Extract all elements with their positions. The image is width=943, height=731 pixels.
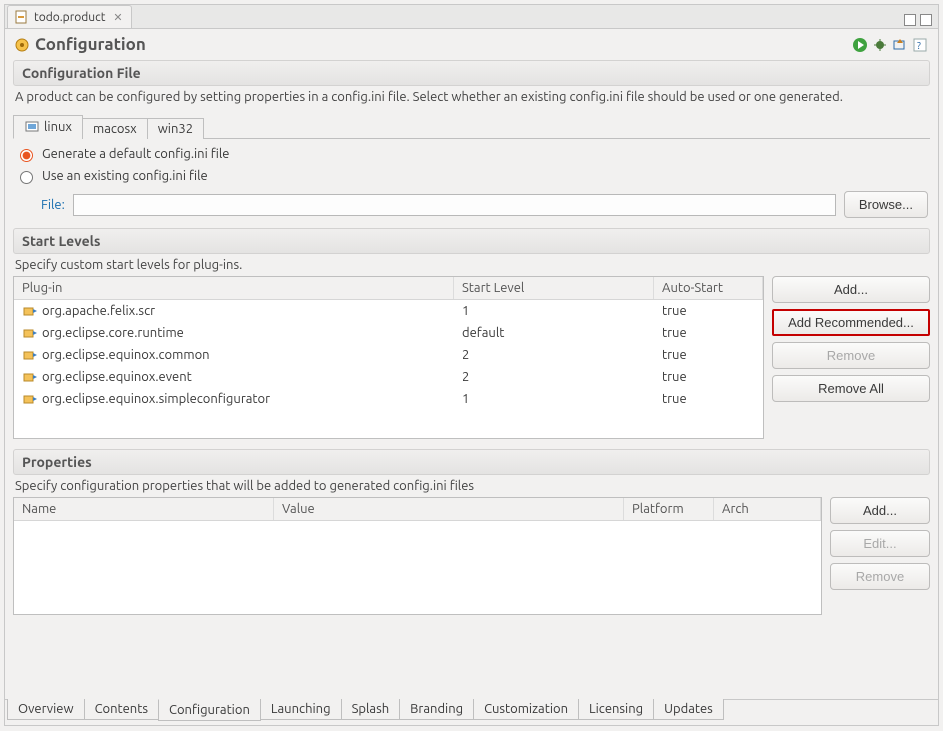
debug-icon[interactable] — [872, 37, 888, 53]
browse-button[interactable]: Browse... — [844, 191, 928, 218]
table-row[interactable]: org.eclipse.equinox.event 2true — [14, 366, 763, 388]
radio-existing-label: Use an existing config.ini file — [42, 169, 208, 183]
properties-edit-button[interactable]: Edit... — [830, 530, 930, 557]
os-tab-label: linux — [44, 120, 72, 134]
table-header: Name Value Platform Arch — [14, 498, 821, 521]
plugin-name: org.eclipse.equinox.event — [42, 370, 192, 384]
col-value[interactable]: Value — [274, 498, 624, 520]
plugin-name: org.eclipse.equinox.simpleconfigurator — [42, 392, 270, 406]
run-icon[interactable] — [852, 37, 868, 53]
start-levels-description: Specify custom start levels for plug-ins… — [13, 254, 930, 276]
export-icon[interactable] — [892, 37, 908, 53]
auto-start-cell: true — [654, 366, 763, 388]
editor-tab[interactable]: todo.product ✕ — [7, 5, 132, 28]
os-tab-label: macosx — [93, 122, 137, 136]
editor-page-tabs: OverviewContentsConfigurationLaunchingSp… — [5, 699, 938, 725]
page-tab-customization[interactable]: Customization — [473, 699, 579, 720]
col-arch[interactable]: Arch — [714, 498, 821, 520]
configuration-file-section: Configuration File A product can be conf… — [13, 60, 930, 218]
properties-section: Properties Specify configuration propert… — [13, 449, 930, 615]
start-levels-table[interactable]: Plug-in Start Level Auto-Start org.apach… — [13, 276, 764, 439]
plugin-icon — [22, 391, 38, 407]
auto-start-cell: true — [654, 300, 763, 322]
product-file-icon — [14, 9, 30, 25]
col-plugin[interactable]: Plug-in — [14, 277, 454, 299]
page-tab-splash[interactable]: Splash — [341, 699, 401, 720]
table-row[interactable]: org.apache.felix.scr 1true — [14, 300, 763, 322]
radio-generate[interactable] — [20, 149, 33, 162]
configuration-file-title: Configuration File — [13, 60, 930, 86]
table-row[interactable]: org.eclipse.equinox.simpleconfigurator 1t… — [14, 388, 763, 410]
os-tab-macosx[interactable]: macosx — [82, 118, 148, 139]
auto-start-cell: true — [654, 322, 763, 344]
start-levels-section: Start Levels Specify custom start levels… — [13, 228, 930, 439]
os-tab-win32[interactable]: win32 — [147, 118, 204, 139]
properties-title: Properties — [13, 449, 930, 475]
col-platform[interactable]: Platform — [624, 498, 714, 520]
table-header: Plug-in Start Level Auto-Start — [14, 277, 763, 300]
plugin-icon — [22, 347, 38, 363]
help-icon[interactable]: ? — [912, 37, 928, 53]
start-levels-remove-button[interactable]: Remove — [772, 342, 930, 369]
properties-remove-button[interactable]: Remove — [830, 563, 930, 590]
plugin-icon — [22, 369, 38, 385]
minimize-view-icon[interactable] — [904, 14, 916, 26]
configuration-page-icon — [13, 37, 29, 53]
page-tab-licensing[interactable]: Licensing — [578, 699, 654, 720]
start-level-cell: 1 — [454, 300, 654, 322]
page-tab-contents[interactable]: Contents — [84, 699, 159, 720]
plugin-name: org.apache.felix.scr — [42, 304, 155, 318]
start-level-cell: 1 — [454, 388, 654, 410]
os-tab-linux[interactable]: linux — [13, 115, 83, 139]
start-level-cell: 2 — [454, 344, 654, 366]
col-auto-start[interactable]: Auto-Start — [654, 277, 763, 299]
plugin-name: org.eclipse.equinox.common — [42, 348, 210, 362]
plugin-icon — [22, 325, 38, 341]
table-row[interactable]: org.eclipse.equinox.common 2true — [14, 344, 763, 366]
page-tab-launching[interactable]: Launching — [260, 699, 342, 720]
start-level-cell: 2 — [454, 366, 654, 388]
start-levels-add-button[interactable]: Add... — [772, 276, 930, 303]
maximize-view-icon[interactable] — [920, 14, 932, 26]
configuration-file-description: A product can be configured by setting p… — [13, 86, 930, 108]
editor-pane: todo.product ✕ Configuration ? — [4, 4, 939, 726]
page-tab-branding[interactable]: Branding — [399, 699, 474, 720]
file-label: File: — [41, 198, 65, 212]
table-row[interactable]: org.eclipse.core.runtime defaulttrue — [14, 322, 763, 344]
start-level-cell: default — [454, 322, 654, 344]
col-start-level[interactable]: Start Level — [454, 277, 654, 299]
col-name[interactable]: Name — [14, 498, 274, 520]
close-tab-icon[interactable]: ✕ — [113, 11, 122, 24]
radio-existing[interactable] — [20, 171, 33, 184]
page-title: Configuration — [35, 35, 146, 54]
properties-add-button[interactable]: Add... — [830, 497, 930, 524]
form-header: Configuration ? — [5, 29, 938, 60]
auto-start-cell: true — [654, 388, 763, 410]
page-tab-updates[interactable]: Updates — [653, 699, 724, 720]
properties-table[interactable]: Name Value Platform Arch — [13, 497, 822, 615]
start-levels-remove-all-button[interactable]: Remove All — [772, 375, 930, 402]
plugin-name: org.eclipse.core.runtime — [42, 326, 184, 340]
start-levels-add-recommended-button[interactable]: Add Recommended... — [772, 309, 930, 336]
os-icon — [24, 119, 40, 135]
editor-tabbar: todo.product ✕ — [5, 5, 938, 29]
page-tab-configuration[interactable]: Configuration — [158, 699, 261, 721]
os-tab-label: win32 — [158, 122, 193, 136]
page-tab-overview[interactable]: Overview — [7, 699, 85, 720]
properties-description: Specify configuration properties that wi… — [13, 475, 930, 497]
plugin-icon — [22, 303, 38, 319]
file-input[interactable] — [73, 194, 836, 216]
auto-start-cell: true — [654, 344, 763, 366]
svg-text:?: ? — [917, 40, 921, 51]
radio-generate-label: Generate a default config.ini file — [42, 147, 229, 161]
start-levels-title: Start Levels — [13, 228, 930, 254]
os-tabs: linux macosx win32 — [13, 114, 930, 139]
editor-tab-label: todo.product — [34, 11, 105, 24]
